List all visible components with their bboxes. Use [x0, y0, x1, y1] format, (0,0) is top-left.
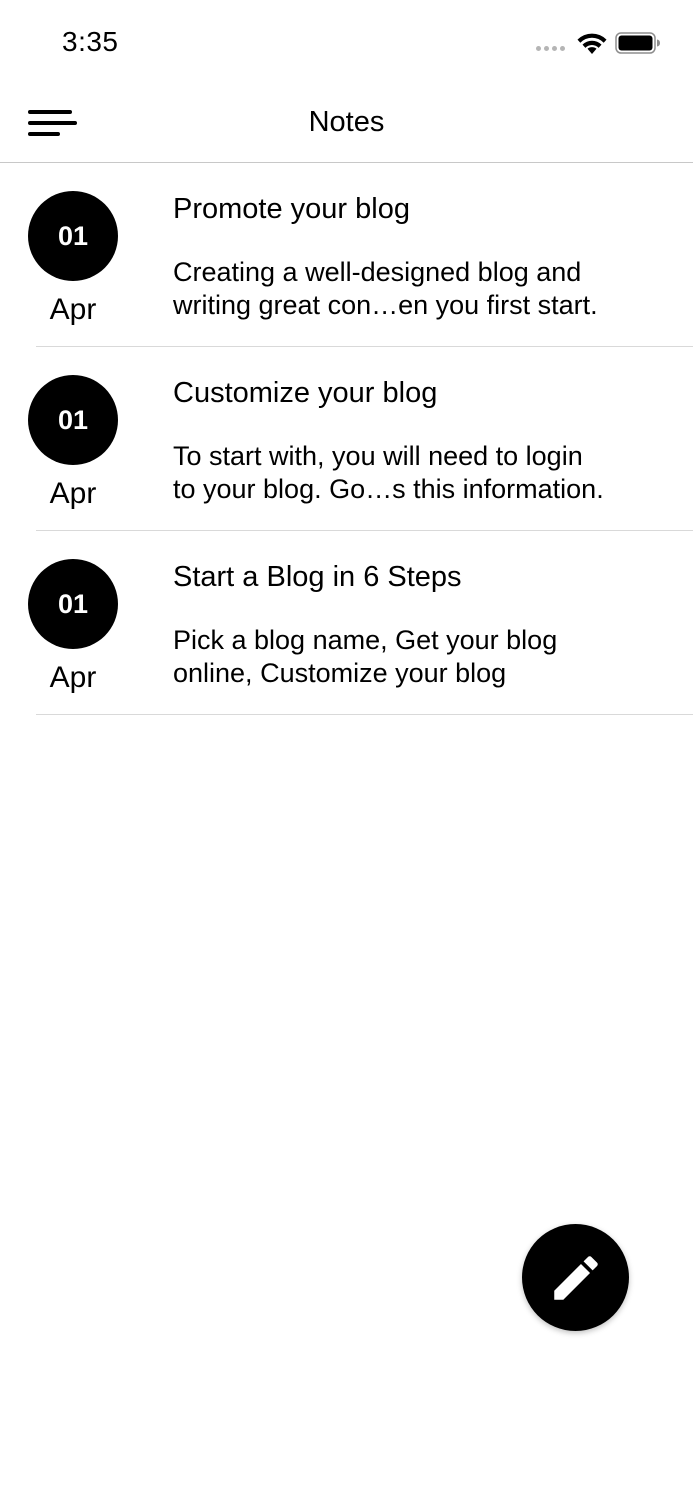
battery-icon [615, 32, 660, 54]
nav-bar: Notes [0, 90, 693, 163]
note-list-item[interactable]: 01 Apr Promote your blog Creating a well… [0, 163, 693, 347]
new-note-button[interactable] [522, 1224, 629, 1331]
date-badge: 01 [28, 375, 118, 465]
pencil-icon [553, 1255, 598, 1300]
page-title: Notes [308, 106, 385, 138]
date-day: 01 [57, 588, 89, 619]
date-month: Apr [49, 477, 97, 510]
date-badge: 01 [28, 191, 118, 281]
date-badge: 01 [28, 559, 118, 649]
note-preview: To start with, you will need to login to… [173, 441, 604, 504]
status-time: 3:35 [62, 26, 119, 57]
note-title: Start a Blog in 6 Steps [173, 561, 462, 593]
status-bar: 3:35 [0, 0, 693, 90]
note-list: 01 Apr Promote your blog Creating a well… [0, 163, 693, 715]
date-month: Apr [49, 661, 97, 694]
signal-dots-icon [536, 46, 565, 51]
date-day: 01 [57, 220, 89, 251]
note-title: Customize your blog [173, 377, 438, 409]
note-preview: Pick a blog name, Get your blog online, … [173, 625, 558, 688]
note-list-item[interactable]: 01 Apr Start a Blog in 6 Steps Pick a bl… [0, 531, 693, 715]
row-divider [36, 714, 693, 715]
date-month: Apr [49, 293, 97, 326]
note-preview: Creating a well-designed blog and writin… [173, 257, 598, 320]
note-list-item[interactable]: 01 Apr Customize your blog To start with… [0, 347, 693, 531]
note-title: Promote your blog [173, 193, 410, 225]
wifi-icon [577, 33, 607, 54]
date-day: 01 [57, 404, 89, 435]
